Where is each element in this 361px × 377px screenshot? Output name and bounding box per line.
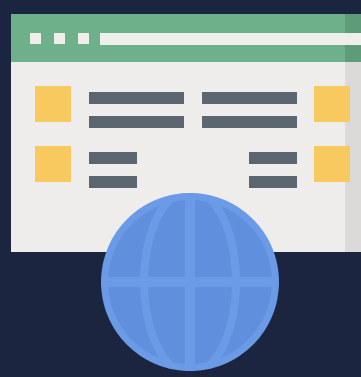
globe-icon bbox=[101, 193, 279, 371]
address-bar bbox=[100, 33, 361, 45]
window-control-dot bbox=[54, 33, 65, 44]
window-control-dot bbox=[78, 33, 89, 44]
text-line bbox=[89, 92, 184, 104]
text-line bbox=[202, 116, 297, 128]
window-control-dot bbox=[30, 33, 41, 44]
text-line bbox=[249, 152, 297, 164]
illustration-canvas bbox=[0, 0, 361, 377]
content-tile bbox=[35, 146, 71, 182]
globe-body bbox=[101, 193, 279, 371]
content-tile bbox=[314, 86, 350, 122]
browser-titlebar bbox=[11, 14, 361, 62]
text-line bbox=[89, 116, 184, 128]
text-line bbox=[89, 152, 137, 164]
content-tile bbox=[35, 86, 71, 122]
content-tile bbox=[314, 146, 350, 182]
text-line bbox=[202, 92, 297, 104]
